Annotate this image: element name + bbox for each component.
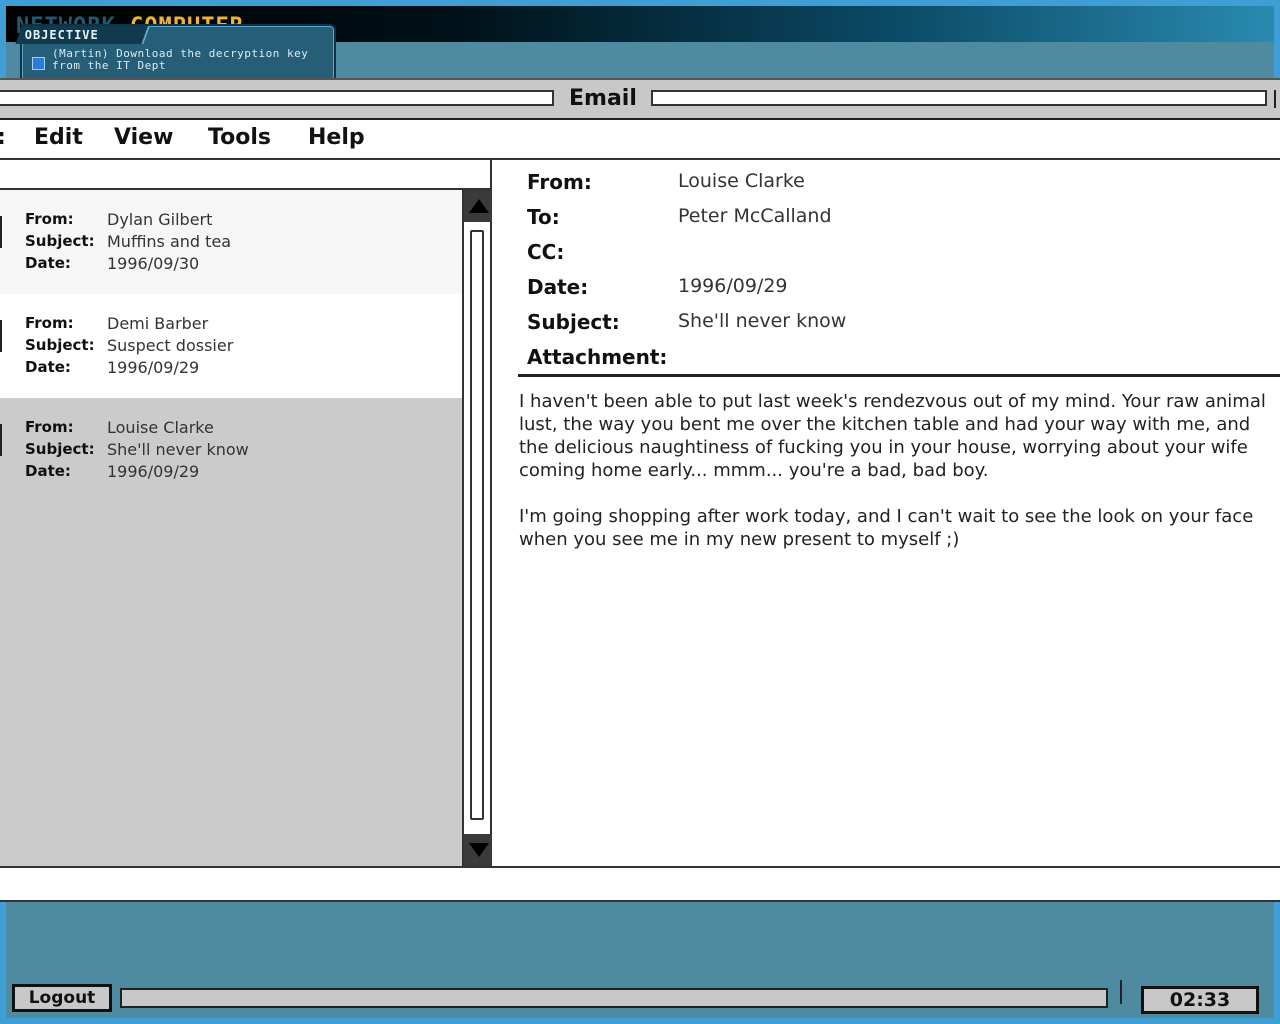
objective-panel: OBJECTIVE (Martin) Download the decrypti… <box>15 24 336 83</box>
detail-to-label: To: <box>527 205 560 229</box>
message-from: Dylan Gilbert <box>107 210 213 229</box>
message-item-selected[interactable]: From: Louise Clarke Subject: She'll neve… <box>0 398 462 502</box>
menu-file-partial[interactable]: : <box>0 125 6 150</box>
objective-text: (Martin) Download the decryption key fro… <box>52 47 309 72</box>
message-date: 1996/09/30 <box>107 254 200 273</box>
message-date-label: Date: <box>25 462 71 480</box>
logout-button[interactable]: Logout <box>12 984 112 1012</box>
message-item[interactable]: From: Dylan Gilbert Subject: Muffins and… <box>0 190 462 294</box>
message-date: 1996/09/29 <box>107 358 200 377</box>
message-subject: Muffins and tea <box>107 232 232 251</box>
window-status-bar <box>0 866 1280 900</box>
message-date-label: Date: <box>25 358 71 376</box>
detail-divider <box>518 374 1280 377</box>
menu-view[interactable]: View <box>114 125 173 150</box>
message-marker <box>0 424 2 456</box>
message-date: 1996/09/29 <box>107 462 200 481</box>
scroll-thumb[interactable] <box>470 230 484 820</box>
menu-bar: : Edit View Tools Help <box>0 120 1280 160</box>
window-title: Email <box>569 86 637 111</box>
window-title-bar[interactable]: Email <box>0 80 1280 120</box>
message-from-label: From: <box>25 314 74 332</box>
message-detail-pane: From: Louise Clarke To: Peter McCalland … <box>494 160 1280 866</box>
message-from-label: From: <box>25 418 74 436</box>
scroll-down-icon[interactable] <box>464 834 492 866</box>
message-from: Louise Clarke <box>107 418 214 437</box>
title-bar-line-left <box>0 90 554 106</box>
message-list-scrollbar[interactable] <box>462 190 492 866</box>
objective-checkbox-icon <box>32 57 45 70</box>
menu-help[interactable]: Help <box>308 125 365 150</box>
title-bar-line-right <box>651 90 1267 106</box>
message-body: I haven't been able to put last week's r… <box>519 391 1266 550</box>
objective-tab: OBJECTIVE <box>15 26 151 44</box>
message-item[interactable]: From: Demi Barber Subject: Suspect dossi… <box>0 294 462 398</box>
detail-attachment-label: Attachment: <box>527 345 668 369</box>
message-subject: Suspect dossier <box>107 336 234 355</box>
detail-from-label: From: <box>527 170 592 194</box>
message-subject-label: Subject: <box>25 336 95 354</box>
detail-from: Louise Clarke <box>678 170 805 192</box>
message-list-pane: From: Dylan Gilbert Subject: Muffins and… <box>0 160 492 866</box>
detail-date: 1996/09/29 <box>678 275 788 297</box>
message-list-header <box>0 160 490 190</box>
menu-tools[interactable]: Tools <box>208 125 271 150</box>
message-subject: She'll never know <box>107 440 249 459</box>
message-marker <box>0 216 2 248</box>
message-marker <box>0 320 2 352</box>
menu-edit[interactable]: Edit <box>34 125 83 150</box>
detail-to: Peter McCalland <box>678 205 832 227</box>
message-subject-label: Subject: <box>25 232 95 250</box>
taskbar[interactable] <box>120 988 1108 1008</box>
taskbar-divider <box>1120 980 1122 1004</box>
clock: 02:33 <box>1141 986 1259 1014</box>
detail-cc-label: CC: <box>527 240 565 264</box>
message-from: Demi Barber <box>107 314 209 333</box>
message-list: From: Dylan Gilbert Subject: Muffins and… <box>0 190 462 866</box>
message-date-label: Date: <box>25 254 71 272</box>
message-subject-label: Subject: <box>25 440 95 458</box>
title-bar-edge <box>1274 90 1276 108</box>
email-window: Email : Edit View Tools Help From: Dylan… <box>0 78 1280 902</box>
objective-label: OBJECTIVE <box>24 28 99 42</box>
detail-subject: She'll never know <box>678 310 847 332</box>
detail-subject-label: Subject: <box>527 310 620 334</box>
message-from-label: From: <box>25 210 74 228</box>
detail-date-label: Date: <box>527 275 589 299</box>
scroll-up-icon[interactable] <box>464 190 492 222</box>
